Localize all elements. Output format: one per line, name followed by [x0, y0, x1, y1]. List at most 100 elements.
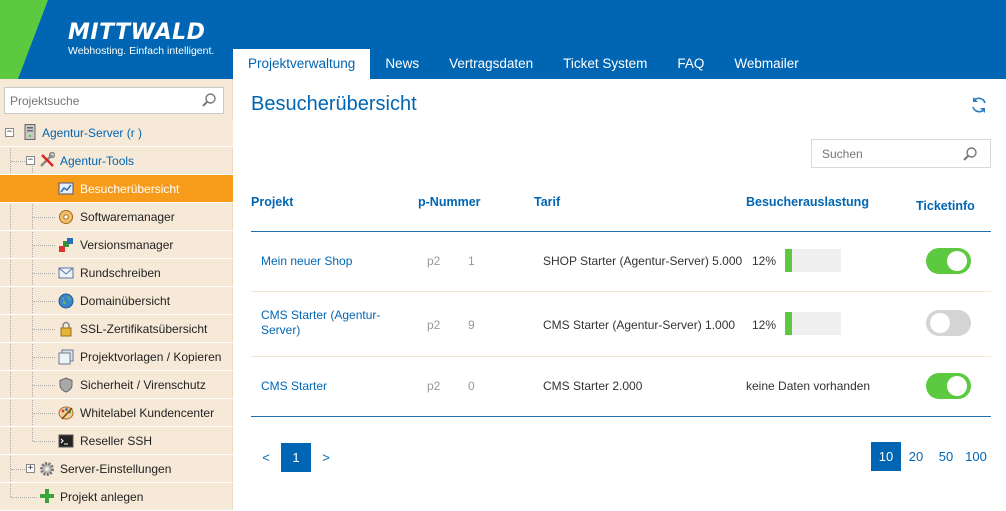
row-divider [251, 356, 991, 357]
sidebar-item-projektvorlagen[interactable]: Projektvorlagen / Kopieren [0, 343, 233, 371]
logo-text: MITTWALD [68, 20, 206, 45]
sidebar: − Agentur-Server (r ) − Agentur-Tools Be… [0, 79, 233, 511]
page-size-10[interactable]: 10 [871, 442, 901, 471]
column-header-project[interactable]: Projekt [251, 195, 293, 209]
sidebar-item-label: Sicherheit / Virenschutz [80, 377, 206, 392]
version-icon [58, 237, 74, 253]
project-search-input[interactable] [5, 88, 195, 113]
tree-item-server-settings[interactable]: + Server-Einstellungen [0, 455, 233, 483]
sidebar-item-label: Softwaremanager [80, 209, 175, 224]
sidebar-item-label: Whitelabel Kundencenter [80, 405, 215, 420]
sidebar-item-reseller-ssh[interactable]: Reseller SSH [0, 427, 233, 455]
main-content: Besucherübersicht Projekt p-Nummer Tarif… [233, 79, 1006, 511]
copy-icon [58, 349, 74, 365]
toggle-knob [947, 251, 967, 271]
ticket-toggle[interactable] [926, 310, 971, 336]
sidebar-item-rundschreiben[interactable]: Rundschreiben [0, 259, 233, 287]
page-size-20[interactable]: 20 [901, 442, 931, 471]
expand-icon[interactable]: + [26, 464, 35, 473]
logo-tagline: Webhosting. Einfach intelligent. [68, 45, 215, 57]
globe-icon [58, 293, 74, 309]
tariff: CMS Starter 2.000 [543, 379, 643, 393]
shield-icon [58, 377, 74, 393]
server-label: Agentur-Server (r ) [42, 125, 143, 140]
toggle-knob [930, 313, 950, 333]
header: MITTWALD Webhosting. Einfach intelligent… [0, 0, 1006, 79]
server-settings-label: Server-Einstellungen [60, 461, 172, 476]
tab-projektverwaltung[interactable]: Projektverwaltung [233, 49, 371, 79]
sidebar-item-whitelabel[interactable]: Whitelabel Kundencenter [0, 399, 233, 427]
search-icon[interactable] [201, 92, 217, 113]
table-footer-divider [251, 416, 991, 417]
mail-icon [58, 265, 74, 281]
refresh-icon[interactable] [969, 95, 989, 120]
brand-stripe-wedge [18, 0, 48, 79]
table-search-input[interactable] [812, 140, 952, 167]
sidebar-item-label: Versionsmanager [80, 237, 174, 252]
page-size-100[interactable]: 100 [961, 442, 991, 471]
chart-icon [58, 181, 74, 197]
sidebar-item-versionsmanager[interactable]: Versionsmanager [0, 231, 233, 259]
prev-page-button[interactable]: < [255, 443, 277, 472]
gear-icon [39, 461, 55, 477]
tree-item-server[interactable]: − Agentur-Server (r ) [0, 119, 233, 147]
main-nav: Projektverwaltung News Vertragsdaten Tic… [233, 49, 814, 79]
logo[interactable]: MITTWALD Webhosting. Einfach intelligent… [68, 20, 215, 58]
column-header-ticket[interactable]: Ticketinfo [916, 199, 975, 213]
tab-vertragsdaten[interactable]: Vertragsdaten [434, 49, 548, 79]
sidebar-item-label: Domainübersicht [80, 293, 171, 308]
table-search [811, 139, 991, 168]
column-header-pnumber[interactable]: p-Nummer [418, 195, 481, 209]
tree-item-agentur-tools[interactable]: − Agentur-Tools [0, 147, 233, 175]
next-page-button[interactable]: > [315, 443, 337, 472]
collapse-icon[interactable]: − [5, 128, 14, 137]
tab-news[interactable]: News [370, 49, 434, 79]
column-header-load[interactable]: Besucherauslastung [746, 195, 869, 209]
sidebar-item-label: Reseller SSH [80, 433, 153, 448]
sidebar-item-label: SSL-Zertifikatsübersicht [80, 321, 208, 336]
table-header-divider [251, 231, 991, 232]
project-tree: − Agentur-Server (r ) − Agentur-Tools Be… [0, 119, 233, 511]
load-bar [785, 249, 841, 272]
tab-faq[interactable]: FAQ [662, 49, 719, 79]
collapse-icon[interactable]: − [26, 156, 35, 165]
p-number: 9 [468, 318, 475, 332]
sidebar-item-domainuebersicht[interactable]: Domainübersicht [0, 287, 233, 315]
toggle-knob [947, 376, 967, 396]
project-search [4, 87, 224, 114]
plus-icon [39, 488, 55, 504]
load-bar [785, 312, 841, 335]
tariff: SHOP Starter (Agentur-Server) 5.000 [543, 254, 743, 268]
page-title: Besucherübersicht [251, 93, 417, 115]
sidebar-item-sicherheit[interactable]: Sicherheit / Virenschutz [0, 371, 233, 399]
p-prefix: p2 [427, 379, 441, 393]
row-divider [251, 291, 991, 292]
server-icon [22, 124, 38, 140]
tab-ticket-system[interactable]: Ticket System [548, 49, 662, 79]
ticket-toggle[interactable] [926, 373, 971, 399]
project-link[interactable]: CMS Starter (Agentur-Server) [261, 308, 401, 338]
sidebar-item-besucheruebersicht[interactable]: Besucherübersicht [0, 175, 233, 203]
page-size-50[interactable]: 50 [931, 442, 961, 471]
project-link[interactable]: CMS Starter [261, 379, 401, 394]
sidebar-item-ssl[interactable]: SSL-Zertifikatsübersicht [0, 315, 233, 343]
load-percent: 12% [752, 254, 777, 268]
project-link[interactable]: Mein neuer Shop [261, 254, 401, 269]
p-number: 0 [468, 379, 475, 393]
load-percent: 12% [752, 318, 777, 332]
load-bar-fill [785, 312, 792, 335]
column-header-tariff[interactable]: Tarif [534, 195, 560, 209]
load-no-data: keine Daten vorhanden [746, 379, 871, 393]
brand-stripe [0, 0, 18, 79]
palette-icon [58, 405, 74, 421]
tariff: CMS Starter (Agentur-Server) 1.000 [543, 318, 736, 332]
load-bar-fill [785, 249, 792, 272]
page-1-button[interactable]: 1 [281, 443, 311, 472]
create-project-button[interactable]: Projekt anlegen [0, 483, 233, 511]
terminal-icon [58, 433, 74, 449]
software-icon [58, 209, 74, 225]
sidebar-item-softwaremanager[interactable]: Softwaremanager [0, 203, 233, 231]
ticket-toggle[interactable] [926, 248, 971, 274]
search-icon[interactable] [962, 146, 978, 167]
tab-webmailer[interactable]: Webmailer [719, 49, 813, 79]
